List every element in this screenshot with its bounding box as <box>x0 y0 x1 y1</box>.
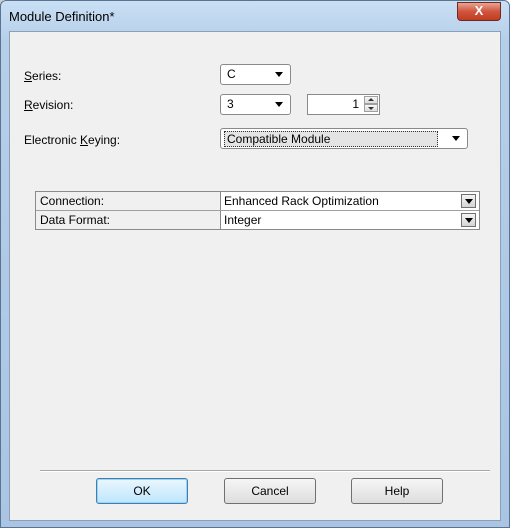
grid-name: Data Format: <box>36 211 221 229</box>
divider <box>40 470 490 472</box>
cancel-button[interactable]: Cancel <box>224 478 316 504</box>
chevron-down-icon <box>452 136 460 141</box>
series-dropdown[interactable]: C <box>220 64 291 85</box>
grid-name: Connection: <box>36 192 221 210</box>
stepper-up-icon[interactable] <box>364 96 378 104</box>
electronic-keying-dropdown[interactable]: Compatible Module <box>220 128 468 149</box>
connection-property-grid: Connection: Enhanced Rack Optimization D… <box>35 191 480 230</box>
revision-minor-value: 1 <box>352 97 359 111</box>
grid-row-connection[interactable]: Connection: Enhanced Rack Optimization <box>36 192 479 211</box>
revision-minor-stepper[interactable]: 1 <box>307 94 380 115</box>
module-definition-dialog: Module Definition* X Series: C Revision:… <box>0 0 510 528</box>
revision-major-value: 3 <box>227 97 234 111</box>
ok-button[interactable]: OK <box>96 478 188 504</box>
electronic-keying-label: Electronic Keying: <box>24 133 121 147</box>
grid-value: Enhanced Rack Optimization <box>224 194 379 208</box>
stepper-buttons <box>364 96 378 113</box>
dialog-body: Series: C Revision: 3 1 Electronic Keyin… <box>9 31 501 521</box>
series-label: Series: <box>24 69 62 83</box>
window-title: Module Definition* <box>9 9 115 24</box>
close-button[interactable]: X <box>457 2 501 21</box>
stepper-down-icon[interactable] <box>364 104 378 112</box>
grid-value: Integer <box>224 213 262 227</box>
chevron-down-icon <box>275 72 283 77</box>
series-value: C <box>227 67 236 81</box>
close-icon: X <box>474 3 484 18</box>
revision-major-dropdown[interactable]: 3 <box>220 94 291 115</box>
chevron-down-icon <box>275 102 283 107</box>
title-bar[interactable]: Module Definition* X <box>1 1 509 31</box>
chevron-down-icon[interactable] <box>461 194 476 208</box>
chevron-down-icon[interactable] <box>461 213 476 227</box>
grid-row-data-format[interactable]: Data Format: Integer <box>36 211 479 229</box>
revision-label: Revision: <box>24 98 74 112</box>
help-button[interactable]: Help <box>351 478 443 504</box>
electronic-keying-value: Compatible Module <box>224 131 438 147</box>
